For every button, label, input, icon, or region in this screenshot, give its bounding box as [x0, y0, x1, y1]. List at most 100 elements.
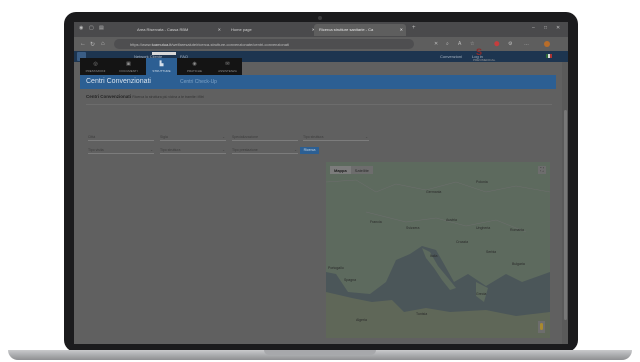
adblock-extension-icon[interactable]: ⬤ [494, 41, 500, 47]
new-tab-button[interactable]: + [412, 25, 416, 31]
map-label: Romania [510, 228, 525, 232]
chevron-down-icon: ⌄ [294, 148, 297, 152]
tile-strutture[interactable]: ▙ STRUTTURE [146, 58, 177, 75]
map-label: Croazia [456, 240, 469, 244]
favorite-star-icon[interactable]: ☆ [470, 41, 474, 47]
close-window-button[interactable]: ✕ [556, 25, 560, 31]
hero-link-check-up[interactable]: Centri Check-Up [180, 79, 217, 85]
tile-pratiche[interactable]: ◉ PRATICHE [179, 58, 210, 75]
map-label: Italia [430, 254, 438, 258]
scroll-thumb[interactable] [564, 110, 567, 320]
chevron-down-icon: ⌄ [222, 135, 225, 139]
tile-prestazioni[interactable]: ◎ PRESTAZIONI [80, 58, 111, 75]
chevron-down-icon: ⌄ [365, 135, 368, 139]
section-divider [86, 104, 552, 105]
brand-logo-subtitle: PREVIMEDICAL [473, 58, 496, 62]
url-domain: tuamutua.it [151, 42, 172, 47]
map-type-satellite-button[interactable]: Satellite [351, 166, 373, 174]
translate-icon[interactable]: ✕ [434, 41, 438, 47]
tile-label: PRESTAZIONI [85, 69, 106, 73]
select-label: Tipo prestazione [232, 148, 258, 152]
settings-menu-icon[interactable]: … [524, 41, 529, 47]
map-label: Germania [426, 190, 442, 194]
section-description: Ricerca la struttura più vicina a te tra… [132, 95, 204, 99]
profile-avatar[interactable] [544, 41, 550, 47]
browser-profile-icon[interactable]: ◉ [79, 25, 83, 31]
minimize-button[interactable]: – [532, 25, 535, 31]
tile-label: STRUTTURE [152, 69, 171, 73]
tab-label: Ricerca strutture sanitarie - Ca [319, 27, 374, 32]
prestazioni-icon: ◎ [93, 61, 98, 67]
close-icon[interactable]: ✕ [400, 27, 403, 32]
select-label: Città [88, 135, 96, 139]
browser-tabbar: ◉ ▢ ▤ Area Riservata - Cassa RBM ✕ Home … [74, 22, 568, 37]
back-arrow-icon[interactable]: ← [80, 41, 86, 47]
page-scrollbar[interactable] [562, 62, 568, 344]
map-label: Serbia [486, 250, 497, 254]
filter-tipo-struttura-2-select[interactable]: Tipo struttura ⌄ [160, 147, 226, 154]
street-view-pegman-icon[interactable] [538, 321, 545, 333]
map-label: Austria [446, 218, 457, 222]
workspaces-icon[interactable]: ▢ [89, 25, 94, 31]
url-path: /welfaresalute/ricerca-strutture-convenz… [171, 42, 289, 47]
browser-tab-ricerca-strutture[interactable]: Ricerca strutture sanitarie - Ca ✕ [314, 24, 406, 36]
pratiche-icon: ◉ [192, 61, 197, 67]
section-heading: Centri Convenzionati Ricerca la struttur… [86, 94, 204, 99]
fullscreen-icon[interactable]: ⛶ [538, 166, 546, 174]
extensions-icon[interactable]: ⚙ [508, 41, 512, 47]
url-host: https://www. [130, 42, 152, 47]
tab-actions-icon[interactable]: ▤ [99, 25, 104, 31]
map-canvas[interactable] [326, 162, 550, 338]
section-title: Centri Convenzionati [86, 94, 132, 99]
select-label: Tipo struttura [160, 148, 181, 152]
map-label: Ungheria [476, 226, 491, 230]
select-label: Specializzazione [232, 135, 259, 139]
laptop-notch [264, 350, 376, 355]
map-type-control: Mappa Satellite [330, 166, 373, 174]
page-hero: Centri Convenzionati Centri Check-Up [80, 75, 556, 89]
service-tiles: ◎ PRESTAZIONI ▣ DOCUMENTI ▙ STRUTTURE ◉ … [80, 58, 242, 75]
map-label: Polonia [476, 180, 488, 184]
browser-tab-home[interactable]: Home page ✕ [226, 24, 318, 36]
brand-logo[interactable]: S [476, 47, 482, 57]
browser-tab-area-riservata[interactable]: Area Riservata - Cassa RBM ✕ [132, 24, 224, 36]
select-label: Tipo struttura [303, 135, 324, 139]
close-icon[interactable]: ✕ [218, 27, 221, 32]
tile-label: PRATICHE [187, 69, 202, 73]
map-label: Tunisia [416, 312, 428, 316]
refresh-icon[interactable]: ↻ [90, 41, 95, 48]
zoom-icon[interactable]: ⌕ [446, 41, 449, 47]
pegman-figure [540, 323, 543, 330]
tile-documenti[interactable]: ▣ DOCUMENTI [113, 58, 144, 75]
maximize-button[interactable]: □ [544, 25, 547, 31]
chevron-down-icon: ⌄ [222, 148, 225, 152]
nav-link-convenzioni[interactable]: Convenzioni [440, 54, 462, 59]
active-tile-indicator [152, 52, 176, 55]
tile-label: ASSISTENZA [218, 69, 237, 73]
home-icon[interactable]: ⌂ [101, 41, 105, 47]
tab-label: Area Riservata - Cassa RBM [137, 27, 189, 32]
map-label: Spagna [344, 278, 357, 282]
map-label: Portogallo [328, 266, 344, 270]
filter-tipo-visita-select[interactable]: Tipo visita ⌄ [88, 147, 154, 154]
tile-assistenza[interactable]: ✉ ASSISTENZA [212, 58, 243, 75]
chevron-down-icon: ⌄ [150, 148, 153, 152]
documenti-icon: ▣ [126, 61, 131, 67]
language-flag-icon[interactable] [546, 54, 552, 58]
map-label: Bulgaria [512, 262, 525, 266]
address-bar[interactable]: https://www.tuamutua.it/welfaresalute/ri… [114, 39, 414, 49]
page-title: Centri Convenzionati [86, 78, 151, 85]
filter-specializzazione-select[interactable]: Specializzazione [232, 134, 298, 141]
filter-citta-select[interactable]: Città [88, 134, 154, 141]
search-button[interactable]: Ricerca [300, 147, 319, 154]
filter-sigla-select[interactable]: Sigla ⌄ [160, 134, 226, 141]
map-label: Grecia [476, 292, 487, 296]
map-label: Algeria [356, 318, 367, 322]
filter-tipo-prestazione-select[interactable]: Tipo prestazione ⌄ [232, 147, 298, 154]
filter-tipo-struttura-select[interactable]: Tipo struttura ⌄ [303, 134, 369, 141]
strutture-icon: ▙ [159, 61, 164, 67]
read-aloud-icon[interactable]: A [458, 41, 461, 47]
map-widget[interactable]: Francia Germania Polonia Italia Spagna P… [326, 162, 550, 338]
map-label: Francia [370, 220, 382, 224]
map-type-map-button[interactable]: Mappa [330, 166, 351, 174]
